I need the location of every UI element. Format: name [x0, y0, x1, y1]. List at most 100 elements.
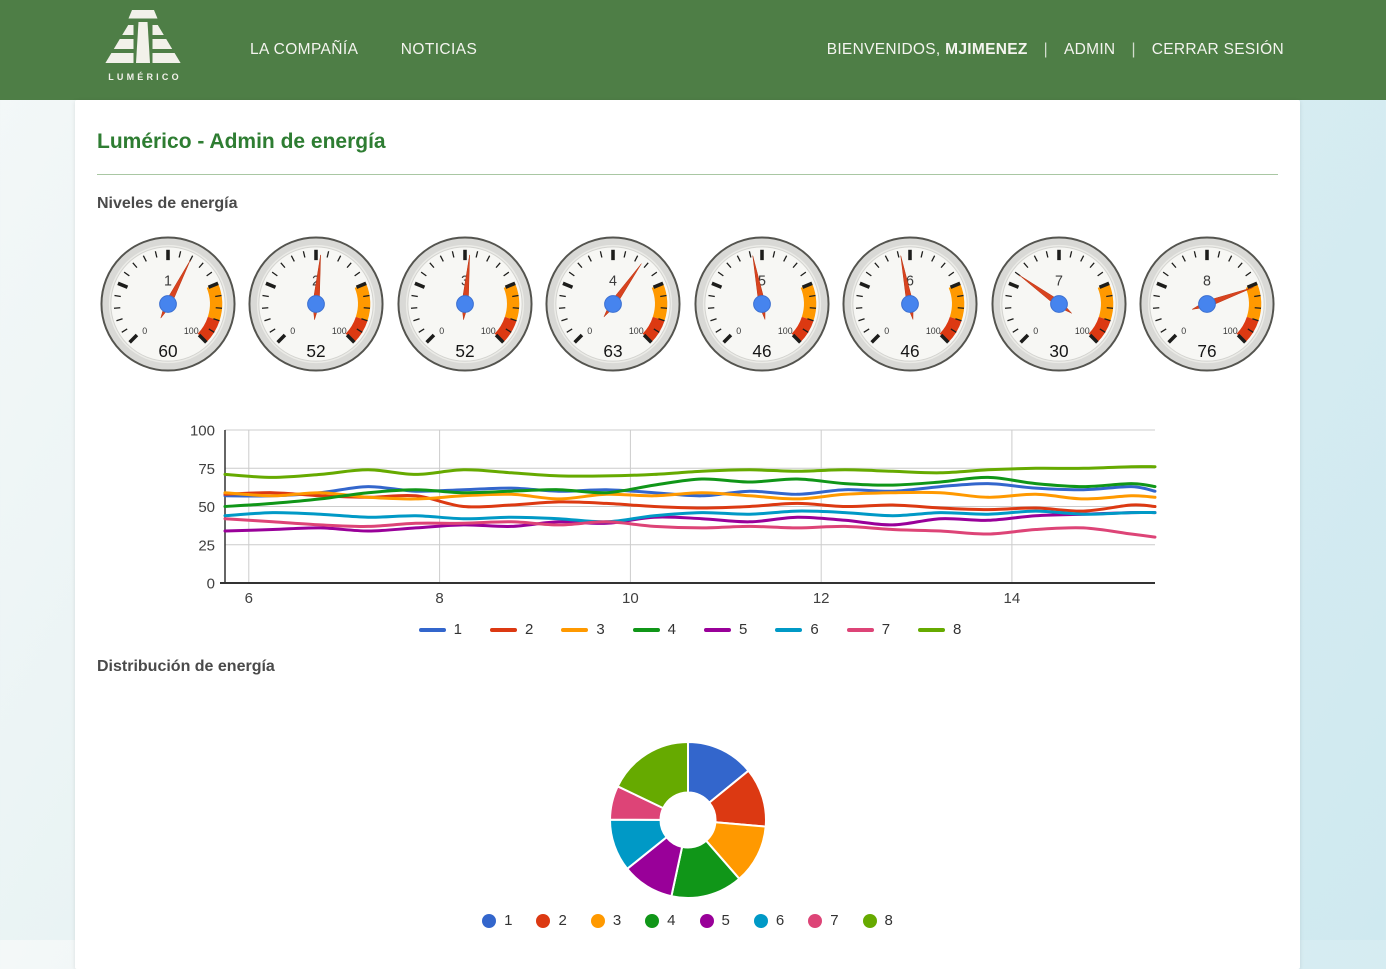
svg-text:76: 76	[1197, 341, 1216, 361]
legend-label: 3	[596, 621, 604, 638]
svg-text:100: 100	[926, 326, 941, 336]
energy-line-chart: 025507510068101214	[177, 418, 1278, 615]
svg-text:50: 50	[198, 499, 215, 516]
legend-label: 6	[776, 912, 784, 929]
legend-label: 8	[953, 621, 961, 638]
section-heading-niveles: Niveles de energía	[97, 195, 1278, 213]
svg-text:7: 7	[1055, 273, 1063, 289]
legend-dot-swatch	[863, 914, 877, 928]
nav-la-compania[interactable]: LA COMPAÑÍA	[250, 41, 358, 58]
svg-text:10: 10	[622, 590, 639, 607]
svg-text:100: 100	[629, 326, 644, 336]
svg-text:0: 0	[588, 326, 593, 336]
pyramid-logo-icon: LUMÉRICO	[88, 8, 198, 88]
svg-text:30: 30	[1049, 341, 1068, 361]
legend-dot-swatch	[536, 914, 550, 928]
svg-text:8: 8	[435, 590, 443, 607]
svg-text:1: 1	[164, 273, 172, 289]
nav-cerrar-sesion[interactable]: CERRAR SESIÓN	[1152, 41, 1284, 59]
legend-line-swatch	[775, 628, 802, 632]
legend-line-swatch	[561, 628, 588, 632]
legend-line-swatch	[490, 628, 517, 632]
svg-text:100: 100	[190, 423, 215, 440]
svg-text:63: 63	[604, 341, 623, 361]
gauge-1: 0100160	[99, 235, 237, 373]
legend-dot-swatch	[700, 914, 714, 928]
svg-text:0: 0	[439, 326, 444, 336]
donut-legend-item-7: 7	[808, 912, 838, 929]
section-heading-distribucion: Distribución de energía	[97, 658, 1278, 676]
legend-line-swatch	[704, 628, 731, 632]
svg-text:0: 0	[884, 326, 889, 336]
line-legend-item-4: 4	[633, 621, 676, 638]
separator: |	[1044, 41, 1048, 59]
nav-noticias[interactable]: NOTICIAS	[401, 41, 477, 58]
donut-legend-item-3: 3	[591, 912, 621, 929]
legend-dot-swatch	[808, 914, 822, 928]
line-chart-svg: 025507510068101214	[177, 418, 1162, 610]
svg-text:100: 100	[1074, 326, 1089, 336]
legend-label: 7	[830, 912, 838, 929]
donut-chart-svg	[608, 740, 768, 900]
donut-legend-item-8: 8	[863, 912, 893, 929]
legend-label: 5	[739, 621, 747, 638]
svg-text:52: 52	[455, 341, 474, 361]
svg-text:0: 0	[1181, 326, 1186, 336]
gauge-5: 0100546	[693, 235, 831, 373]
legend-label: 2	[558, 912, 566, 929]
line-legend-item-1: 1	[419, 621, 462, 638]
gauge-8: 0 100 8 76	[1138, 235, 1276, 373]
svg-text:4: 4	[609, 273, 617, 289]
gauges-row: 0100160010025201003520100463010054601006…	[97, 235, 1278, 373]
user-bar: BIENVENIDOS, MJIMENEZ | ADMIN | CERRAR S…	[827, 41, 1284, 59]
donut-legend-item-5: 5	[700, 912, 730, 929]
svg-text:100: 100	[1223, 326, 1238, 336]
svg-text:0: 0	[142, 326, 147, 336]
nav-admin[interactable]: ADMIN	[1064, 41, 1115, 59]
svg-text:0: 0	[1033, 326, 1038, 336]
line-legend-item-6: 6	[775, 621, 818, 638]
svg-text:6: 6	[245, 590, 253, 607]
legend-label: 6	[810, 621, 818, 638]
legend-line-swatch	[847, 628, 874, 632]
line-chart-legend: 1 2 3 4 5 6 7 8	[225, 621, 1155, 638]
legend-label: 3	[613, 912, 621, 929]
legend-label: 1	[504, 912, 512, 929]
donut-legend-item-1: 1	[482, 912, 512, 929]
donut-legend-item-2: 2	[536, 912, 566, 929]
line-legend-item-5: 5	[704, 621, 747, 638]
title-divider	[97, 174, 1278, 175]
legend-label: 5	[722, 912, 730, 929]
content-card: Lumérico - Admin de energía Niveles de e…	[75, 100, 1300, 969]
legend-label: 7	[882, 621, 890, 638]
brand-logo[interactable]: LUMÉRICO	[88, 8, 198, 93]
legend-line-swatch	[918, 628, 945, 632]
svg-text:100: 100	[332, 326, 347, 336]
donut-legend-item-4: 4	[645, 912, 675, 929]
legend-dot-swatch	[754, 914, 768, 928]
legend-label: 8	[885, 912, 893, 929]
legend-label: 2	[525, 621, 533, 638]
line-legend-item-8: 8	[918, 621, 961, 638]
legend-line-swatch	[633, 628, 660, 632]
svg-text:14: 14	[1004, 590, 1021, 607]
legend-dot-swatch	[645, 914, 659, 928]
svg-text:100: 100	[184, 326, 199, 336]
svg-text:46: 46	[752, 341, 771, 361]
legend-line-swatch	[419, 628, 446, 632]
gauge-4: 0 100 4 63	[544, 235, 682, 373]
gauge-2: 0100252	[247, 235, 385, 373]
legend-label: 4	[667, 912, 675, 929]
legend-dot-swatch	[591, 914, 605, 928]
energy-donut-chart	[97, 740, 1278, 900]
svg-text:100: 100	[778, 326, 793, 336]
svg-text:8: 8	[1203, 273, 1211, 289]
gauge-7: 0 100 7 30	[990, 235, 1128, 373]
svg-text:25: 25	[198, 537, 215, 554]
app-header: LUMÉRICO LA COMPAÑÍA NOTICIAS BIENVENIDO…	[0, 0, 1386, 100]
welcome-text: BIENVENIDOS, MJIMENEZ	[827, 41, 1028, 59]
line-legend-item-2: 2	[490, 621, 533, 638]
svg-text:0: 0	[736, 326, 741, 336]
gauge-3: 0100352	[396, 235, 534, 373]
svg-text:52: 52	[307, 341, 326, 361]
